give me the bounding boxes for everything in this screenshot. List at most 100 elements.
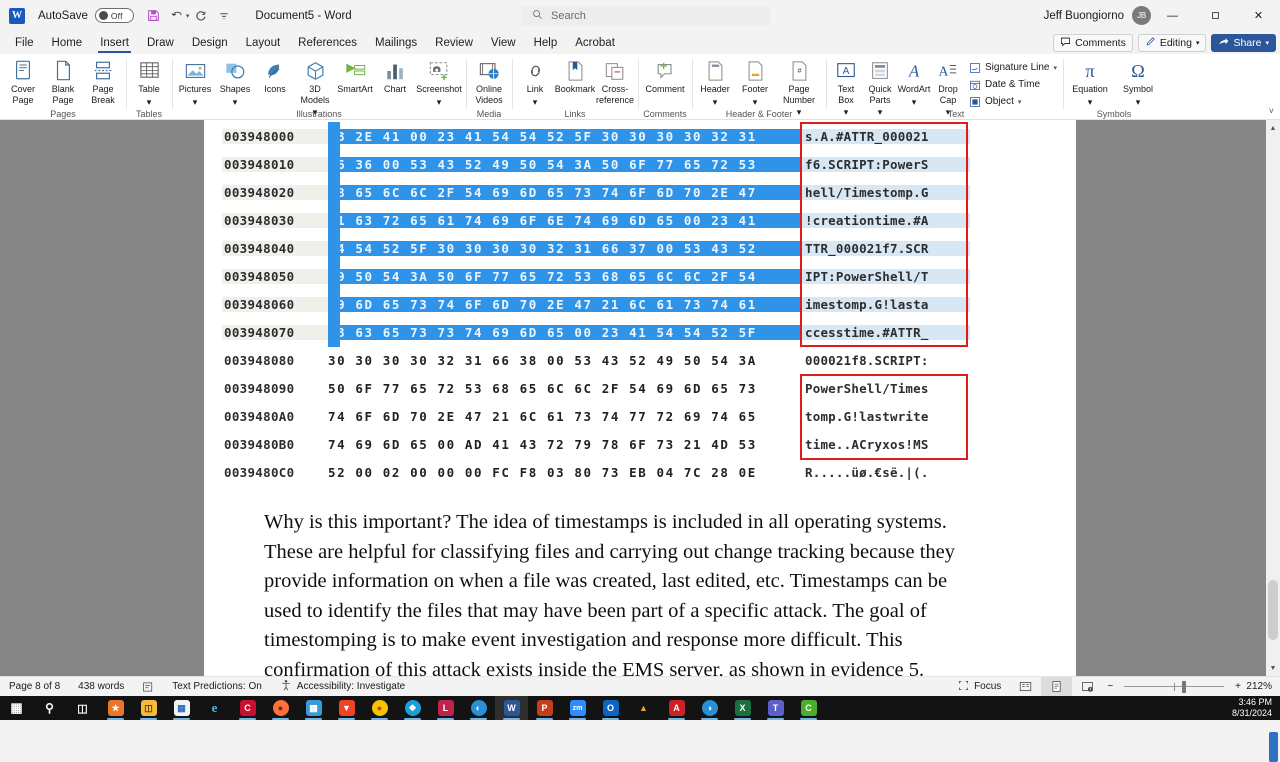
- table-caret-icon[interactable]: ▾: [147, 97, 152, 108]
- tab-insert[interactable]: Insert: [91, 31, 138, 54]
- tab-review[interactable]: Review: [426, 31, 482, 54]
- focus-mode-button[interactable]: Focus: [949, 680, 1010, 694]
- shapes-caret-icon[interactable]: ▾: [233, 97, 238, 108]
- zoom-in-button[interactable]: +: [1231, 681, 1245, 692]
- smartart-button[interactable]: SmartArt: [335, 57, 375, 95]
- web-layout-icon[interactable]: [1072, 680, 1103, 693]
- proofing-icon[interactable]: [133, 681, 163, 693]
- taskbar-city-app[interactable]: ▦: [297, 696, 330, 720]
- zoom-slider[interactable]: [1124, 680, 1225, 694]
- online-videos-button[interactable]: Online Videos: [469, 57, 509, 105]
- redo-button[interactable]: [190, 5, 212, 27]
- quick-parts-button[interactable]: Quick Parts ▾: [863, 57, 897, 118]
- tab-design[interactable]: Design: [183, 31, 237, 54]
- page-break-button[interactable]: Page Break: [83, 57, 123, 105]
- zoom-out-button[interactable]: −: [1103, 681, 1117, 692]
- print-layout-icon[interactable]: [1041, 676, 1073, 697]
- read-mode-icon[interactable]: [1010, 680, 1041, 693]
- taskbar-brave[interactable]: ▼: [330, 696, 363, 720]
- accessibility-status[interactable]: Accessibility: Investigate: [271, 679, 414, 694]
- tab-home[interactable]: Home: [43, 31, 92, 54]
- document-page[interactable]: 003948000 73 2E 41 00 23 41 54 54 52 5F …: [204, 120, 1076, 676]
- taskbar-chrome[interactable]: ●: [363, 696, 396, 720]
- link-button[interactable]: Link ▾: [515, 57, 555, 107]
- scrollbar-thumb[interactable]: [1268, 580, 1278, 640]
- footer-caret-icon[interactable]: ▾: [753, 97, 758, 108]
- quick-parts-caret-icon[interactable]: ▾: [878, 107, 883, 118]
- zoom-level[interactable]: 212%: [1245, 681, 1278, 692]
- header-caret-icon[interactable]: ▾: [713, 97, 718, 108]
- object-caret-icon[interactable]: ▾: [1018, 98, 1022, 106]
- minimize-button[interactable]: —: [1151, 0, 1194, 31]
- text-predictions-status[interactable]: Text Predictions: On: [163, 681, 270, 692]
- customize-quick-access-toolbar-button[interactable]: [213, 5, 235, 27]
- screenshot-caret-icon[interactable]: ▾: [437, 97, 442, 108]
- comment-button[interactable]: Comment: [641, 57, 689, 95]
- body-paragraph[interactable]: Why is this important? The idea of times…: [264, 508, 964, 676]
- blank-page-button[interactable]: Blank Page: [43, 57, 83, 105]
- maximize-button[interactable]: [1194, 0, 1237, 31]
- taskbar-clock[interactable]: 3:46 PM 8/31/2024: [1232, 697, 1272, 719]
- taskbar-network-app[interactable]: ❖: [396, 696, 429, 720]
- tab-draw[interactable]: Draw: [138, 31, 183, 54]
- screenshot-button[interactable]: Screenshot ▾: [415, 57, 463, 107]
- wordart-button[interactable]: A WordArt ▾: [897, 57, 931, 107]
- chart-button[interactable]: Chart: [375, 57, 415, 95]
- text-box-button[interactable]: A Text Box ▾: [829, 57, 863, 118]
- taskbar-autodesk[interactable]: ▲: [627, 696, 660, 720]
- taskbar-teams[interactable]: T: [759, 696, 792, 720]
- icons-button[interactable]: Icons: [255, 57, 295, 95]
- taskbar-excel[interactable]: X: [726, 696, 759, 720]
- taskbar-internet-explorer[interactable]: e: [198, 696, 231, 720]
- taskbar-microsoft-store[interactable]: ▦: [165, 696, 198, 720]
- editing-mode-button[interactable]: Editing ▾: [1137, 33, 1207, 52]
- taskbar-zoom[interactable]: zm: [561, 696, 594, 720]
- undo-caret-icon[interactable]: ▾: [186, 12, 190, 20]
- equation-caret-icon[interactable]: ▾: [1088, 97, 1093, 108]
- taskbar-firefox[interactable]: ●: [264, 696, 297, 720]
- footer-button[interactable]: Footer ▾: [735, 57, 775, 107]
- pictures-button[interactable]: Pictures ▾: [175, 57, 215, 107]
- taskbar-lastpass[interactable]: L: [429, 696, 462, 720]
- cover-page-button[interactable]: Cover Page: [3, 57, 43, 105]
- page-info[interactable]: Page 8 of 8: [0, 681, 69, 692]
- task-view-button[interactable]: ◫: [66, 696, 99, 720]
- scroll-down-button[interactable]: ▼: [1266, 660, 1280, 676]
- taskbar-word[interactable]: W: [495, 696, 528, 720]
- link-caret-icon[interactable]: ▾: [533, 97, 538, 108]
- taskbar-cisco[interactable]: C: [231, 696, 264, 720]
- share-button[interactable]: Share ▾: [1211, 33, 1276, 52]
- scroll-up-button[interactable]: ▲: [1266, 120, 1280, 136]
- tab-references[interactable]: References: [289, 31, 366, 54]
- vertical-scrollbar[interactable]: ▲ ▼: [1266, 120, 1280, 762]
- comments-button[interactable]: Comments: [1053, 33, 1133, 52]
- collapse-ribbon-button[interactable]: ˅: [1269, 106, 1274, 116]
- search-input[interactable]: Search: [521, 6, 770, 26]
- tab-help[interactable]: Help: [525, 31, 567, 54]
- table-button[interactable]: Table ▾: [129, 57, 169, 107]
- symbol-caret-icon[interactable]: ▾: [1136, 97, 1141, 108]
- tab-acrobat[interactable]: Acrobat: [566, 31, 624, 54]
- scroll-position-marker[interactable]: [1269, 732, 1278, 762]
- text-box-caret-icon[interactable]: ▾: [844, 107, 849, 118]
- bookmark-button[interactable]: Bookmark: [555, 57, 595, 95]
- start-button[interactable]: ▦: [0, 696, 33, 720]
- taskbar-cisco-secure[interactable]: C: [792, 696, 825, 720]
- equation-button[interactable]: π Equation ▾: [1066, 57, 1114, 107]
- taskbar-search-button[interactable]: ⚲: [33, 696, 66, 720]
- tab-view[interactable]: View: [482, 31, 525, 54]
- tab-mailings[interactable]: Mailings: [366, 31, 426, 54]
- zoom-slider-handle[interactable]: [1182, 680, 1187, 693]
- taskbar-app-shield[interactable]: ★: [99, 696, 132, 720]
- taskbar-file-explorer[interactable]: ◫: [132, 696, 165, 720]
- tab-layout[interactable]: Layout: [237, 31, 290, 54]
- header-button[interactable]: Header ▾: [695, 57, 735, 107]
- object-button[interactable]: Object ▾: [965, 93, 1060, 110]
- avatar[interactable]: JB: [1132, 6, 1151, 25]
- taskbar-outlook[interactable]: O: [594, 696, 627, 720]
- close-button[interactable]: ✕: [1237, 0, 1280, 31]
- signature-line-button[interactable]: Signature Line ▾: [965, 59, 1060, 76]
- taskbar-powerpoint[interactable]: P: [528, 696, 561, 720]
- word-count[interactable]: 438 words: [69, 681, 133, 692]
- tab-file[interactable]: File: [6, 31, 43, 54]
